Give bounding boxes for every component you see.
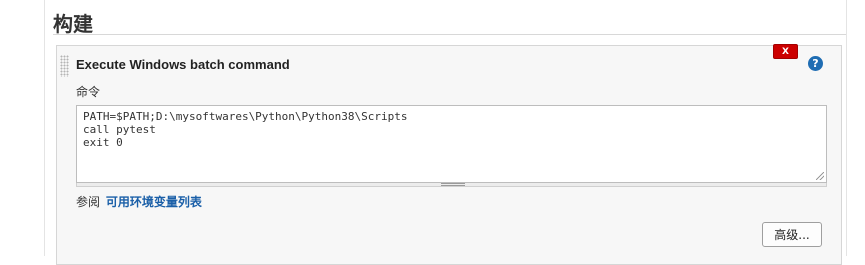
command-line: PATH=$PATH;D:\mysoftwares\Python\Python3…: [83, 110, 408, 123]
section-divider: [53, 34, 846, 35]
help-icon[interactable]: ?: [808, 56, 823, 71]
expander-grip-icon: [441, 183, 465, 186]
advanced-button[interactable]: 高级...: [762, 222, 822, 247]
command-line: call pytest: [83, 123, 156, 136]
section-title: 构建: [53, 12, 93, 36]
left-divider: [44, 0, 45, 256]
env-vars-row: 参阅 可用环境变量列表: [76, 193, 202, 210]
step-title: Execute Windows batch command: [76, 57, 290, 72]
command-line: exit 0: [83, 136, 123, 149]
delete-step-button[interactable]: X: [773, 44, 798, 59]
resize-grip-icon[interactable]: [816, 172, 824, 180]
drag-handle-icon[interactable]: [60, 55, 69, 77]
textarea-expander[interactable]: [76, 183, 827, 187]
right-divider: [846, 0, 847, 256]
env-prefix: 参阅: [76, 195, 101, 209]
build-step-panel: Execute Windows batch command X ? 命令 PAT…: [56, 44, 842, 265]
command-textarea[interactable]: PATH=$PATH;D:\mysoftwares\Python\Python3…: [76, 105, 827, 183]
close-icon: X: [782, 46, 789, 57]
env-vars-link[interactable]: 可用环境变量列表: [106, 195, 202, 209]
command-label: 命令: [76, 85, 101, 99]
